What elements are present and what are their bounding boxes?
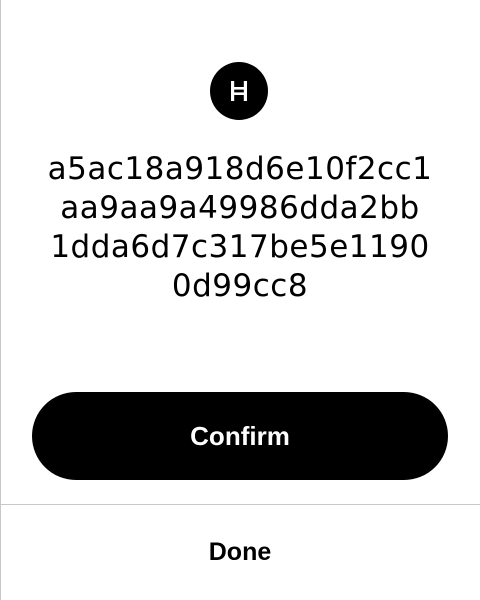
hash-line: 1dda6d7c317be5e1190 xyxy=(50,229,430,265)
confirm-button[interactable]: Confirm xyxy=(32,392,448,480)
done-button[interactable]: Done xyxy=(0,505,480,600)
hash-line: 0d99cc8 xyxy=(171,268,309,304)
hbar-logo xyxy=(210,62,268,120)
hash-line: a5ac18a918d6e10f2cc1 xyxy=(47,151,433,187)
hbar-icon xyxy=(231,81,247,101)
hash-line: aa9aa9a49986dda2bb xyxy=(60,190,420,226)
transaction-hash: a5ac18a918d6e10f2cc1 aa9aa9a49986dda2bb … xyxy=(20,150,460,306)
